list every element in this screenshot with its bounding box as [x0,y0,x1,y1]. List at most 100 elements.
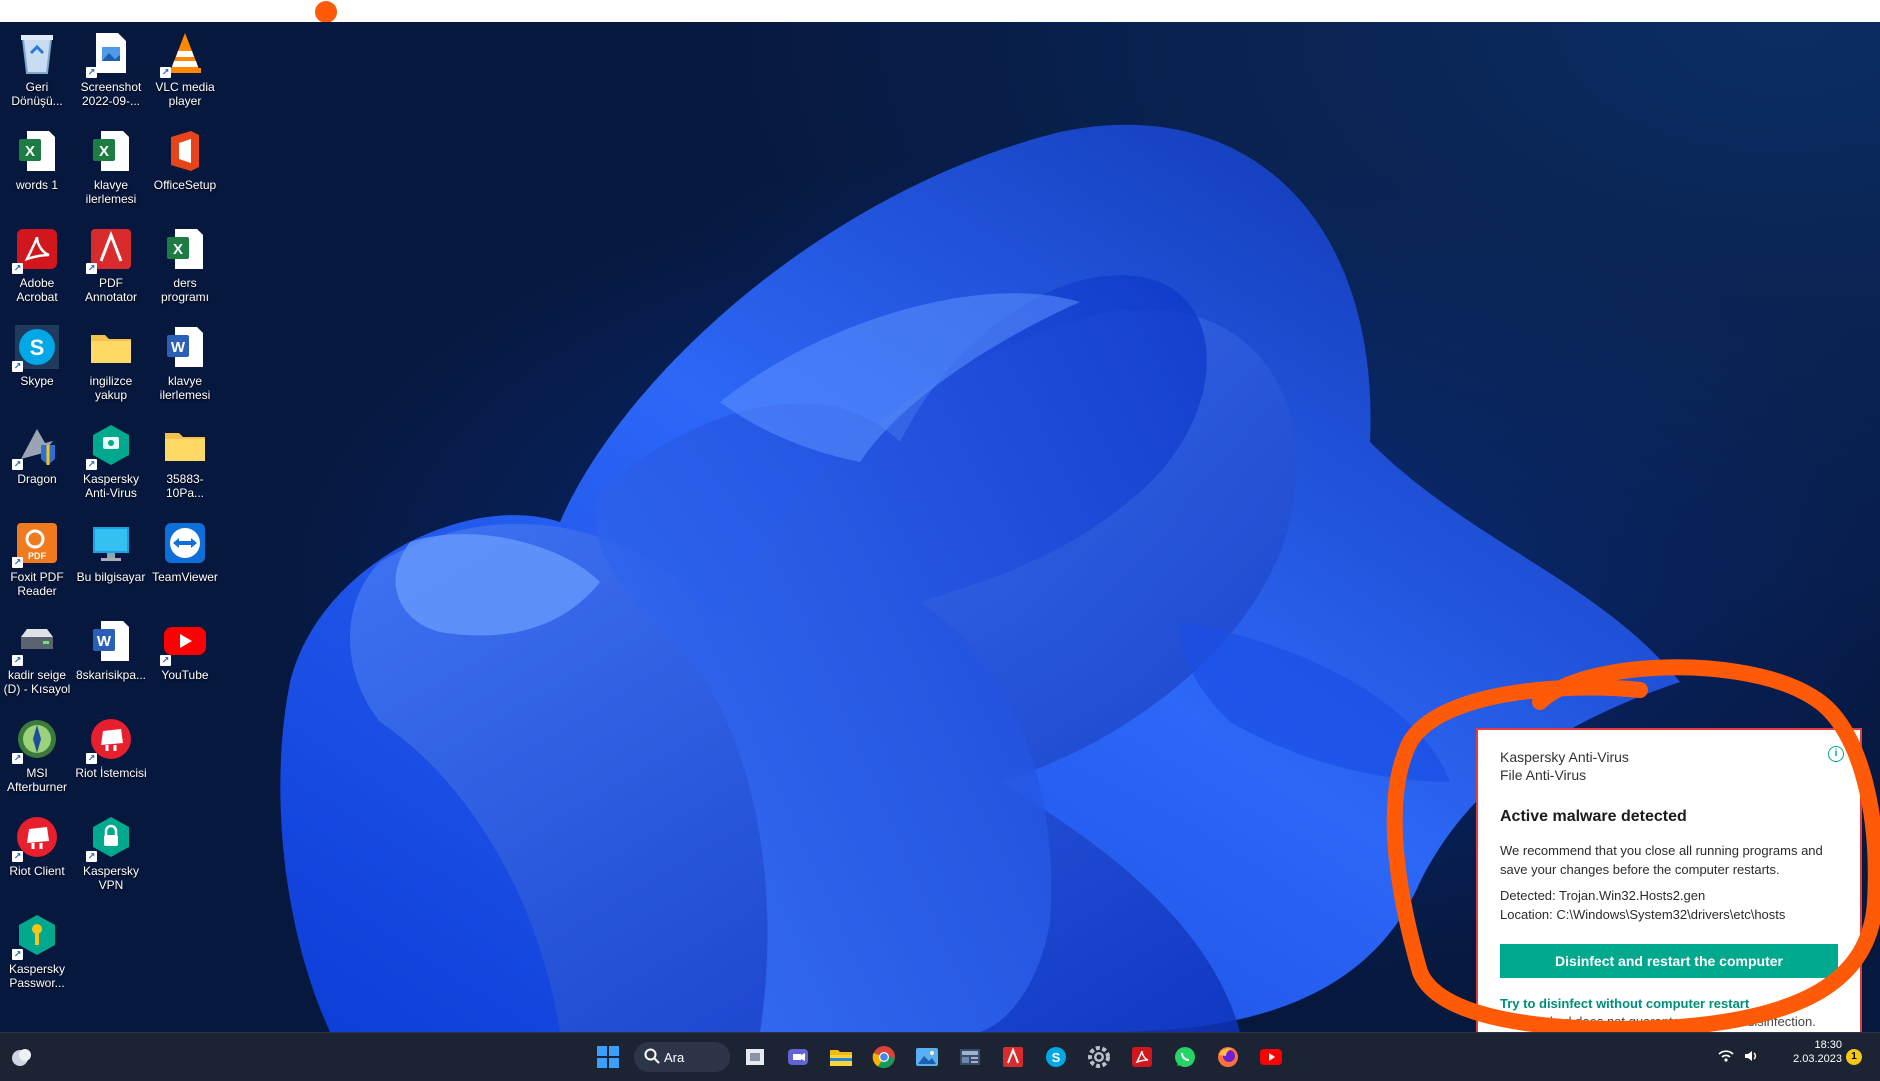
disinfect-restart-button[interactable]: Disinfect and restart the computer [1500,944,1838,978]
task-view-icon[interactable] [739,1041,771,1073]
desktop-icon-8skarisikpa[interactable]: W 8skarisikpa... [74,618,148,682]
drive-icon: ↗ [12,618,60,666]
desktop-icon-vlc[interactable]: ↗ VLC media player [148,30,222,108]
disinfect-without-restart-link[interactable]: Try to disinfect without computer restar… [1500,996,1838,1011]
whatsapp-icon[interactable] [1169,1041,1201,1073]
skype-icon: S ↗ [12,324,60,372]
clock-date: 2.03.2023 [1793,1053,1842,1065]
kaspersky-notification[interactable]: i Kaspersky Anti-Virus File Anti-Virus A… [1476,728,1862,1032]
image-file-icon: ↗ [86,30,134,78]
desktop-icon-label: VLC media player [155,80,215,108]
desktop-icon-label: OfficeSetup [153,178,217,192]
firefox-icon[interactable] [1212,1041,1244,1073]
shortcut-arrow-icon: ↗ [12,263,23,274]
desktop-icon-riot-client[interactable]: ↗ Riot Client [0,814,74,878]
shortcut-arrow-icon: ↗ [12,851,23,862]
annotation-dot [315,1,337,23]
youtube-icon[interactable] [1255,1041,1287,1073]
desktop-icon-adobe-acrobat[interactable]: ↗ Adobe Acrobat [0,226,74,304]
desktop-icon-msi-afterburner[interactable]: ↗ MSI Afterburner [0,716,74,794]
desktop-icon-kaspersky-vpn[interactable]: ↗ Kaspersky VPN [74,814,148,892]
shortcut-arrow-icon: ↗ [86,753,97,764]
desktop-icon-label: kadir seige (D) - Kısayol [3,668,71,696]
riot-icon: ↗ [86,716,134,764]
desktop-icon-recycle-bin[interactable]: Geri Dönüşü... [0,30,74,108]
desktop[interactable]: Geri Dönüşü... ↗ Screenshot 2022-09-... … [0,22,1880,1032]
news-icon[interactable] [954,1041,986,1073]
riot-icon: ↗ [12,814,60,862]
start-icon[interactable] [592,1041,624,1073]
volume-icon[interactable] [1744,1049,1760,1066]
widgets-icon[interactable] [6,1041,38,1073]
desktop-icon-label: ders programı [160,276,210,304]
info-icon[interactable]: i [1828,746,1844,762]
kaspersky-password-icon: ↗ [12,912,60,960]
notification-details: Detected: Trojan.Win32.Hosts2.gen Locati… [1500,886,1838,924]
desktop-icon-klavye-excel[interactable]: X klavye ilerlemesi [74,128,148,206]
svg-text:PDF: PDF [28,551,47,561]
desktop-icon-words1[interactable]: X words 1 [0,128,74,192]
shortcut-arrow-icon: ↗ [86,263,97,274]
notification-badge[interactable]: 1 [1846,1049,1862,1065]
file-explorer-icon[interactable] [825,1041,857,1073]
shortcut-arrow-icon: ↗ [12,361,23,372]
acrobat-icon[interactable] [1126,1041,1158,1073]
svg-text:W: W [97,633,112,650]
desktop-icon-label: klavye ilerlemesi [85,178,137,206]
desktop-icon-dragon[interactable]: ↗ Dragon [0,422,74,486]
taskbar: Ara S 18:30 2.03.2023 1 [0,1032,1880,1081]
desktop-icon-teamviewer[interactable]: TeamViewer [148,520,222,584]
desktop-icon-label: PDF Annotator [84,276,138,304]
skype-icon[interactable]: S [1040,1041,1072,1073]
notification-message: We recommend that you close all running … [1500,843,1823,877]
shortcut-arrow-icon: ↗ [12,459,23,470]
shortcut-arrow-icon: ↗ [12,557,23,568]
kaspersky-icon: ↗ [86,422,134,470]
photos-icon[interactable] [911,1041,943,1073]
desktop-icon-ingilizce-yakup[interactable]: ingilizce yakup [74,324,148,402]
teamviewer-icon [162,520,208,566]
desktop-icon-officesetup[interactable]: OfficeSetup [148,128,222,192]
desktop-icon-bu-bilgisayar[interactable]: Bu bilgisayar [74,520,148,584]
clock-time: 18:30 [1814,1039,1842,1051]
search-label: Ara [664,1049,685,1065]
desktop-icon-ders-programi[interactable]: X ders programı [148,226,222,304]
shortcut-arrow-icon: ↗ [160,67,171,78]
desktop-icon-klavye-word[interactable]: W klavye ilerlemesi [148,324,222,402]
word-icon: W [88,618,134,664]
desktop-icon-riot-istemcisi[interactable]: ↗ Riot İstemcisi [74,716,148,780]
desktop-icon-label: Foxit PDF Reader [10,570,64,598]
folder-icon [162,422,208,468]
desktop-icon-label: Adobe Acrobat [16,276,58,304]
desktop-icon-pdf-annotator[interactable]: ↗ PDF Annotator [74,226,148,304]
desktop-icon-label: words 1 [15,178,59,192]
desktop-icon-foxit[interactable]: PDF ↗ Foxit PDF Reader [0,520,74,598]
threat-location: Location: C:\Windows\System32\drivers\et… [1500,907,1786,922]
wifi-icon[interactable] [1718,1049,1734,1066]
shortcut-arrow-icon: ↗ [12,655,23,666]
desktop-icon-label: 35883-10Pa... [165,472,205,500]
desktop-icon-label: Dragon [17,472,57,486]
clock[interactable]: 18:30 2.03.2023 [1772,1039,1842,1065]
computer-icon [88,520,134,566]
notification-title: Active malware detected [1500,808,1687,825]
svg-text:X: X [99,143,109,160]
word-icon: W [162,324,208,370]
shortcut-arrow-icon: ↗ [86,67,97,78]
desktop-icon-screenshot[interactable]: ↗ Screenshot 2022-09-... [74,30,148,108]
desktop-icon-skype[interactable]: S ↗ Skype [0,324,74,388]
desktop-icon-kaspersky-antivirus[interactable]: ↗ Kaspersky Anti-Virus [74,422,148,500]
desktop-icon-label: TeamViewer [152,570,218,584]
disinfect-note: This method does not guarantee complete … [1500,1014,1816,1029]
svg-text:S: S [30,335,45,360]
desktop-icon-kaspersky-password[interactable]: ↗ Kaspersky Passwor... [0,912,74,990]
desktop-icon-youtube[interactable]: ↗ YouTube [148,618,222,682]
taskbar-search[interactable]: Ara [634,1042,730,1072]
desktop-icon-kadir-seige[interactable]: ↗ kadir seige (D) - Kısayol [0,618,74,696]
pdf-annotator-icon[interactable] [997,1041,1029,1073]
settings-icon[interactable] [1083,1041,1115,1073]
desktop-icon-35883[interactable]: 35883-10Pa... [148,422,222,500]
chrome-icon[interactable] [868,1041,900,1073]
detected-threat: Detected: Trojan.Win32.Hosts2.gen [1500,888,1706,903]
teams-icon[interactable] [782,1041,814,1073]
